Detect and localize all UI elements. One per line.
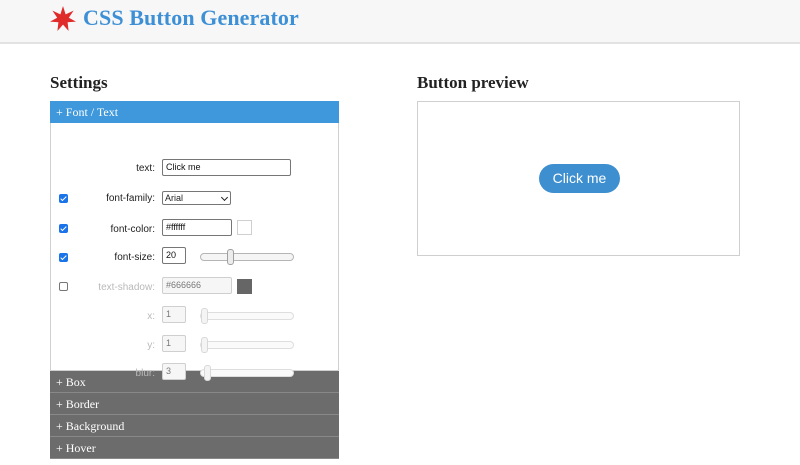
text-shadow-label: text-shadow:: [98, 282, 155, 293]
font-family-checkbox[interactable]: [59, 194, 68, 203]
shadow-y-slider-thumb[interactable]: [201, 337, 208, 353]
section-border-header[interactable]: + Border: [50, 393, 339, 415]
shadow-blur-slider[interactable]: [200, 365, 294, 381]
font-size-slider[interactable]: [200, 249, 294, 265]
font-size-input[interactable]: 20: [162, 247, 186, 264]
shadow-x-input[interactable]: 1: [162, 306, 186, 323]
button-preview-area: Click me: [417, 101, 740, 256]
shadow-y-label: y:: [147, 340, 155, 351]
shadow-x-row: x: 1: [51, 306, 338, 326]
site-title[interactable]: CSS Button Generator: [83, 5, 299, 31]
font-color-row: font-color: #ffffff: [51, 219, 338, 239]
text-row: text: Click me: [51, 159, 338, 179]
font-text-section-body: text: Click me font-family: Arial font-c…: [50, 123, 339, 381]
font-family-value: Arial: [165, 193, 184, 203]
font-color-label: font-color:: [110, 224, 155, 235]
shadow-y-row: y: 1: [51, 335, 338, 355]
text-shadow-row: text-shadow: #666666: [51, 277, 338, 297]
shadow-blur-row: blur: 3: [51, 363, 338, 383]
section-font-text-header[interactable]: + Font / Text: [50, 101, 339, 123]
red-star-icon: [50, 6, 76, 31]
shadow-blur-slider-thumb[interactable]: [204, 365, 211, 381]
font-size-checkbox[interactable]: [59, 253, 68, 262]
section-background-header[interactable]: + Background: [50, 415, 339, 437]
font-family-select[interactable]: Arial: [162, 191, 231, 205]
font-color-input[interactable]: #ffffff: [162, 219, 232, 236]
shadow-x-label: x:: [147, 311, 155, 322]
font-size-row: font-size: 20: [51, 247, 338, 267]
text-shadow-checkbox[interactable]: [59, 282, 68, 291]
settings-title: Settings: [50, 73, 108, 92]
font-family-label: font-family:: [106, 193, 155, 204]
text-label: text:: [136, 163, 155, 174]
shadow-x-slider-thumb[interactable]: [201, 308, 208, 324]
section-hover-header[interactable]: + Hover: [50, 437, 339, 459]
site-header: CSS Button Generator: [0, 0, 800, 44]
font-size-label: font-size:: [114, 252, 155, 263]
text-shadow-input[interactable]: #666666: [162, 277, 232, 294]
font-family-row: font-family: Arial: [51, 191, 338, 211]
font-color-checkbox[interactable]: [59, 224, 68, 233]
font-color-swatch[interactable]: [237, 220, 252, 235]
preview-title: Button preview: [417, 73, 529, 92]
text-shadow-swatch[interactable]: [237, 279, 252, 294]
chevron-down-icon: [220, 193, 229, 202]
shadow-y-input[interactable]: 1: [162, 335, 186, 352]
shadow-x-slider[interactable]: [200, 308, 294, 324]
font-size-slider-thumb[interactable]: [227, 249, 234, 265]
text-input[interactable]: Click me: [162, 159, 291, 176]
shadow-y-slider[interactable]: [200, 337, 294, 353]
shadow-blur-label: blur:: [135, 368, 155, 379]
preview-button[interactable]: Click me: [539, 164, 620, 193]
settings-panel: + Font / Text text: Click me font-family…: [50, 101, 339, 459]
shadow-blur-input[interactable]: 3: [162, 363, 186, 380]
